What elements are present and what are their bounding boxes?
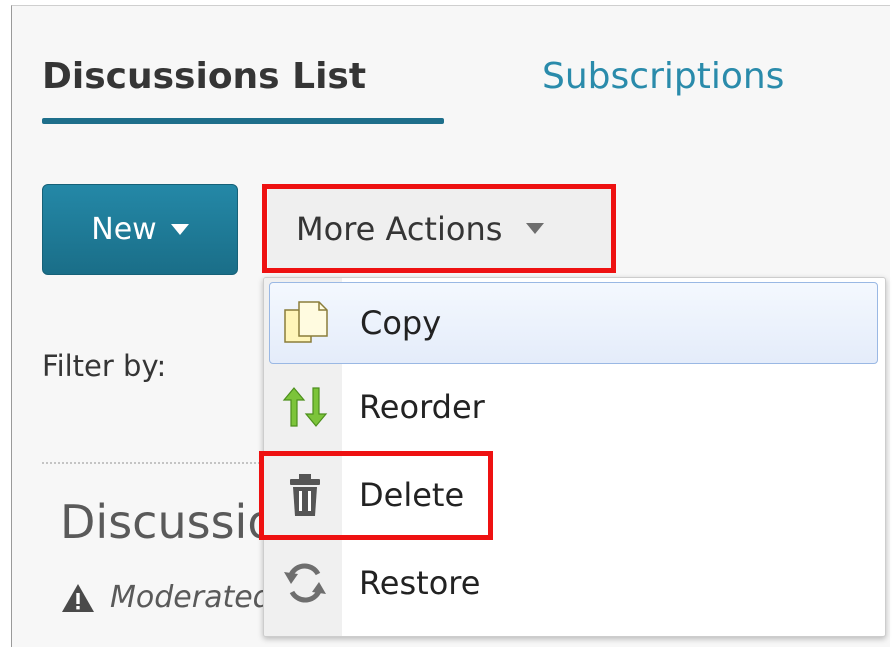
menu-item-label: Copy [360,304,442,342]
warning-icon [62,583,94,612]
chevron-down-icon [170,224,189,235]
menu-item-restore[interactable]: Restore [269,542,878,624]
menu-item-label: Reorder [359,388,485,426]
tab-subscriptions[interactable]: Subscriptions [542,56,784,97]
new-button-label: New [91,212,157,247]
more-actions-menu: Copy Reorder Delete Restore [263,277,886,637]
menu-item-label: Delete [359,476,465,514]
section-heading: Discussions [60,495,270,549]
chevron-down-icon [526,223,545,234]
menu-item-delete[interactable]: Delete [269,454,878,536]
reorder-icon [273,375,337,439]
trash-icon [273,463,337,527]
more-actions-label: More Actions [296,209,503,248]
filter-label: Filter by: [42,349,167,383]
new-button[interactable]: New [42,184,238,275]
moderation-notice: Moderated [60,580,270,615]
moderation-notice-text: Moderated [110,580,270,615]
divider [42,462,264,464]
menu-item-label: Restore [359,564,481,602]
active-tab-underline [42,118,444,124]
menu-item-copy[interactable]: Copy [269,282,878,364]
copy-icon [274,291,338,355]
tab-discussions-list[interactable]: Discussions List [42,56,366,97]
more-actions-button[interactable]: More Actions [268,189,611,268]
restore-icon [273,551,337,615]
menu-item-reorder[interactable]: Reorder [269,366,878,448]
